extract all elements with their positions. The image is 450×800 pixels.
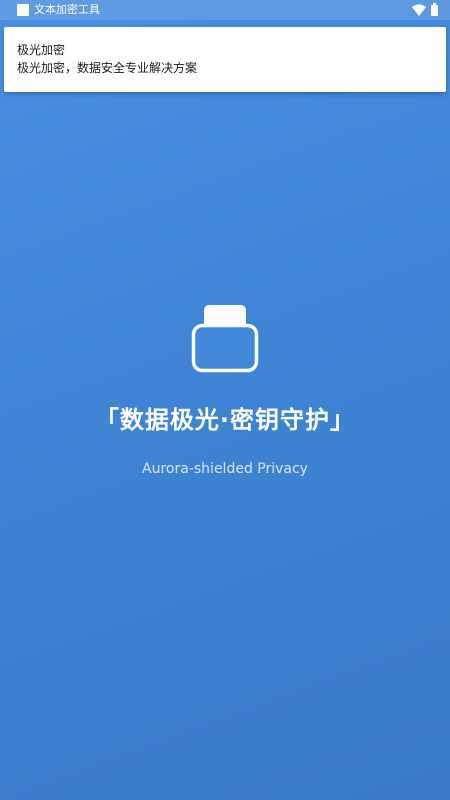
notification-body: 极光加密，数据安全专业解决方案 bbox=[17, 61, 198, 75]
splash-slogan: 「数据极光·密钥守护」 bbox=[94, 406, 356, 434]
wifi-icon bbox=[412, 4, 426, 16]
app-square-icon bbox=[17, 4, 29, 16]
status-app-name: 文本加密工具 bbox=[34, 3, 100, 16]
lock-icon bbox=[191, 305, 259, 373]
splash-subtitle: Aurora-shielded Privacy bbox=[142, 461, 308, 477]
notification-title: 极光加密 bbox=[17, 43, 66, 57]
notification-card[interactable]: 极光加密 极光加密，数据安全专业解决方案 bbox=[4, 27, 446, 92]
status-bar: 文本加密工具 bbox=[0, 0, 450, 20]
battery-icon bbox=[431, 3, 438, 16]
